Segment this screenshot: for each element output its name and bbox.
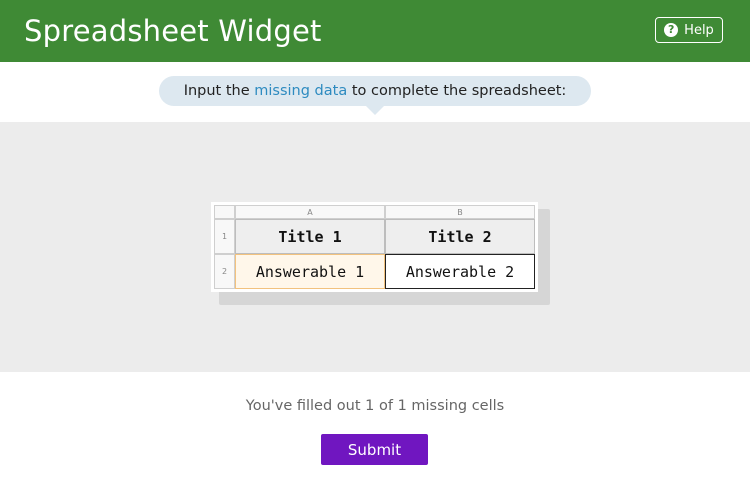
- question-circle-icon: ?: [664, 23, 679, 37]
- instruction-bubble-tail: [366, 106, 384, 115]
- spreadsheet-corner: [214, 205, 235, 219]
- column-header-a: A: [235, 205, 385, 219]
- header-bar: Spreadsheet Widget ? Help: [0, 0, 750, 62]
- help-button[interactable]: ? Help: [655, 17, 723, 43]
- row-header-2: 2: [214, 254, 235, 289]
- progress-status: You've filled out 1 of 1 missing cells: [245, 398, 505, 414]
- cell-a2-input[interactable]: Answerable 1: [235, 254, 385, 289]
- spreadsheet: A B 1 2 Title 1 Title 2 Answerable 1 Ans…: [211, 202, 538, 292]
- cell-b2: Answerable 2: [385, 254, 535, 289]
- cell-b1: Title 2: [385, 219, 535, 254]
- submit-button[interactable]: Submit: [321, 434, 428, 465]
- page-title: Spreadsheet Widget: [24, 14, 322, 48]
- column-header-b: B: [385, 205, 535, 219]
- cell-a1: Title 1: [235, 219, 385, 254]
- instruction-text-after: to complete the spreadsheet:: [347, 83, 567, 99]
- instruction-highlight: missing data: [254, 83, 348, 99]
- help-label: Help: [684, 22, 714, 38]
- instruction-text-before: Input the: [183, 83, 255, 99]
- instruction-bubble: Input the missing data to complete the s…: [159, 76, 591, 106]
- row-header-1: 1: [214, 219, 235, 254]
